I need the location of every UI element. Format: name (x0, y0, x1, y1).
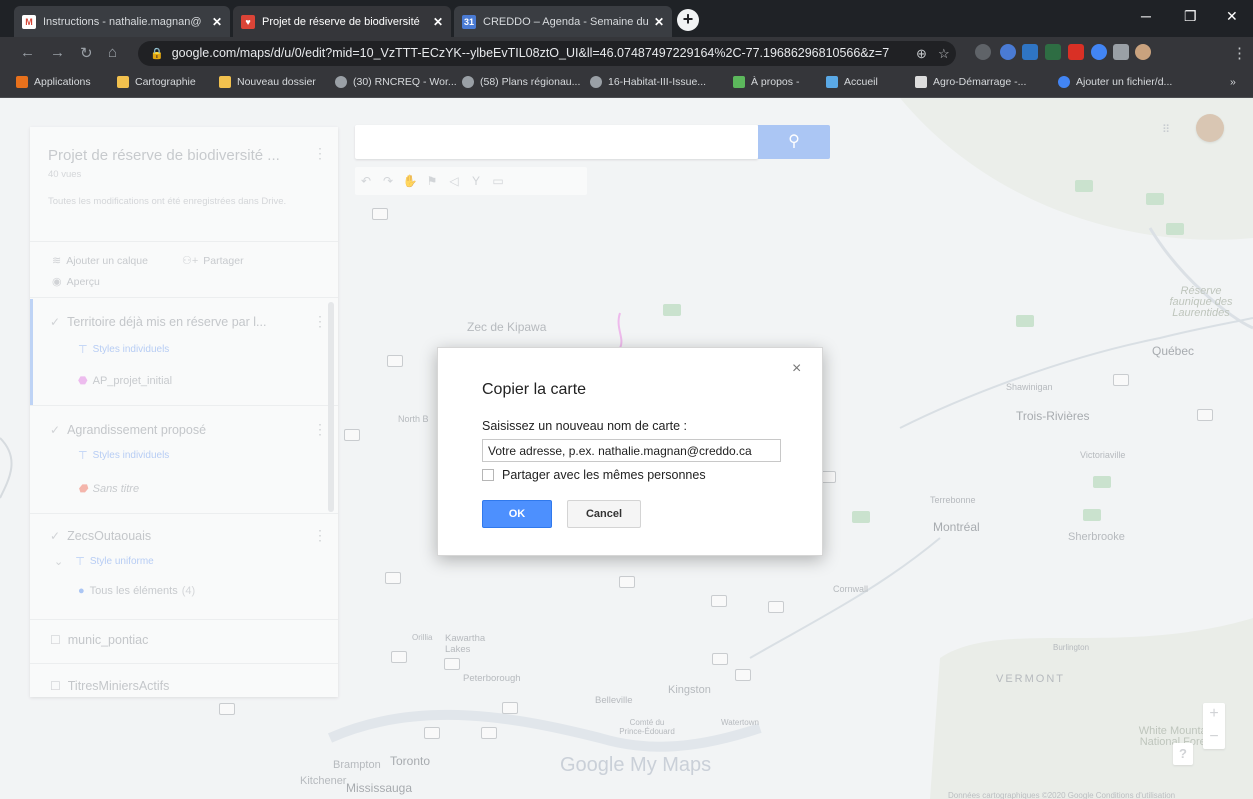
my-maps-icon: ♥ (241, 14, 255, 29)
home-icon[interactable]: ⌂ (108, 44, 117, 61)
bookmark-rncreq[interactable]: (30) RNCREQ - Wor... (335, 76, 457, 88)
extension-icon[interactable] (1022, 44, 1038, 60)
tab-gmail-instructions[interactable]: M Instructions - nathalie.magnan@ ✕ (14, 6, 230, 37)
tab-title: Instructions - nathalie.magnan@ (43, 15, 202, 28)
url-text: google.com/maps/d/u/0/edit?mid=10_VzTTT-… (171, 46, 890, 60)
address-bar[interactable]: 🔒 google.com/maps/d/u/0/edit?mid=10_VzTTT… (138, 41, 956, 66)
site-icon (1058, 76, 1070, 88)
folder-icon (219, 76, 231, 88)
apps-grid-icon (16, 76, 28, 88)
close-tab-icon[interactable]: ✕ (212, 15, 222, 29)
workplace-icon (335, 76, 347, 88)
back-icon[interactable]: ← (20, 44, 35, 61)
gmail-icon: M (22, 14, 36, 29)
tab-calendar-creddo[interactable]: 31 CREDDO – Agenda - Semaine du ✕ (454, 6, 672, 37)
tab-title: Projet de réserve de biodiversité (262, 15, 420, 28)
pdf-extension-icon[interactable] (1068, 44, 1084, 60)
bookmark-ajouter-fichier[interactable]: Ajouter un fichier/d... (1058, 76, 1172, 88)
reload-icon[interactable]: ↻ (80, 44, 93, 62)
copy-map-dialog: Copier la carte × Saisissez un nouveau n… (437, 347, 823, 556)
map-name-label: Saisissez un nouveau nom de carte : (482, 419, 687, 433)
minimize-icon[interactable]: ─ (1141, 8, 1151, 24)
close-tab-icon[interactable]: ✕ (654, 15, 664, 29)
browser-tab-strip: M Instructions - nathalie.magnan@ ✕ ♥ Pr… (0, 0, 1253, 37)
extension-icon[interactable] (1091, 44, 1107, 60)
dialog-title: Copier la carte (482, 381, 587, 398)
extension-icon[interactable] (975, 44, 991, 60)
extension-icon[interactable] (1000, 44, 1016, 60)
workplace-icon (462, 76, 474, 88)
profile-avatar[interactable] (1135, 44, 1151, 60)
bookmark-plans-regionaux[interactable]: (58) Plans régionau... (462, 76, 580, 88)
lock-icon: 🔒 (150, 48, 164, 60)
site-icon (915, 76, 927, 88)
bookmark-a-propos[interactable]: À propos - (733, 76, 799, 88)
site-icon (733, 76, 745, 88)
bookmark-cartographie[interactable]: Cartographie (117, 76, 196, 88)
bookmark-accueil[interactable]: Accueil (826, 76, 878, 88)
folder-icon (117, 76, 129, 88)
cancel-button[interactable]: Cancel (567, 500, 641, 528)
bookmark-habitat-iii[interactable]: 16-Habitat-III-Issue... (590, 76, 706, 88)
bookmark-agro-demarrage[interactable]: Agro-Démarrage -... (915, 76, 1026, 88)
share-same-people-checkbox[interactable]: Partager avec les mêmes personnes (482, 468, 706, 482)
tab-my-maps-project[interactable]: ♥ Projet de réserve de biodiversité ✕ (233, 6, 451, 37)
extensions-puzzle-icon[interactable] (1113, 44, 1129, 60)
maximize-icon[interactable]: ❐ (1184, 8, 1197, 25)
extension-icon[interactable] (1045, 44, 1061, 60)
close-icon[interactable]: × (792, 360, 801, 378)
new-tab-button[interactable]: + (677, 9, 699, 31)
close-window-icon[interactable]: ✕ (1226, 8, 1238, 25)
browser-toolbar: ← → ↻ ⌂ 🔒 google.com/maps/d/u/0/edit?mid=… (0, 37, 1253, 70)
map-name-input[interactable] (482, 439, 781, 462)
bookmarks-overflow[interactable]: » (1230, 76, 1236, 88)
close-tab-icon[interactable]: ✕ (433, 15, 443, 29)
bookmark-star-icon[interactable]: ☆ (938, 41, 950, 66)
tab-title: CREDDO – Agenda - Semaine du (483, 15, 648, 28)
browser-menu-icon[interactable]: ⋮ (1232, 44, 1247, 62)
ok-button[interactable]: OK (482, 500, 552, 528)
globe-icon (590, 76, 602, 88)
checkbox-label: Partager avec les mêmes personnes (502, 468, 706, 482)
forward-icon[interactable]: → (50, 44, 65, 61)
bookmark-applications[interactable]: Applications (16, 76, 91, 88)
site-icon (826, 76, 838, 88)
bookmarks-bar: Applications Cartographie Nouveau dossie… (0, 70, 1253, 98)
zoom-icon[interactable]: ⊕ (916, 41, 927, 66)
calendar-icon: 31 (462, 14, 476, 29)
bookmark-nouveau-dossier[interactable]: Nouveau dossier (219, 76, 316, 88)
checkbox-empty-icon[interactable] (482, 469, 494, 481)
